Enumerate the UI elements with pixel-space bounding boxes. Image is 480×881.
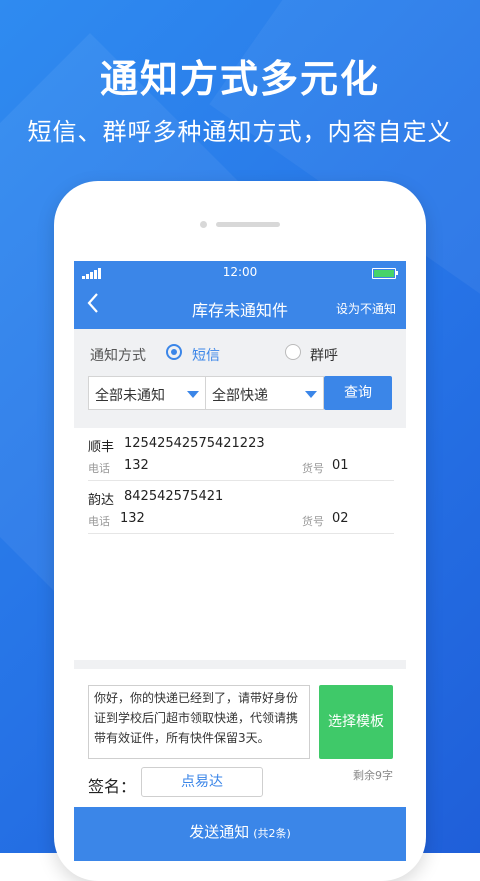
call-option-label[interactable]: 群呼 xyxy=(310,345,338,365)
tracking-number: 12542542575421223 xyxy=(124,436,265,451)
list-item[interactable]: 韵达 842542575421 电话 132 货号 02 xyxy=(88,481,394,534)
phone-label: 电话 xyxy=(88,462,110,475)
courier-name: 顺丰 xyxy=(88,440,115,455)
filter-panel: 通知方式 短信 群呼 全部未通知 全部快递 查询 xyxy=(74,329,406,428)
list-item[interactable]: 顺丰 12542542575421223 电话 132 货号 01 xyxy=(88,428,394,481)
phone-label: 电话 xyxy=(88,515,110,528)
signature-label: 签名： xyxy=(88,777,137,796)
dropdown-arrow-icon xyxy=(187,391,199,398)
choose-template-button[interactable]: 选择模板 xyxy=(319,685,393,759)
status-bar: 12:00 xyxy=(74,261,406,283)
send-label: 发送通知 xyxy=(189,823,250,841)
promo-headline: 通知方式多元化 xyxy=(99,57,380,101)
set-no-notify-button[interactable]: 设为不通知 xyxy=(336,300,396,317)
goods-value: 01 xyxy=(332,458,349,473)
remaining-chars: 剩余9字 xyxy=(353,769,393,782)
promo-subline: 短信、群呼多种通知方式，内容自定义 xyxy=(27,118,453,146)
courier-select-value: 全部快递 xyxy=(212,388,268,404)
status-time: 12:00 xyxy=(222,265,258,279)
goods-label: 货号 xyxy=(302,515,324,528)
phone-value: 132 xyxy=(124,458,149,473)
phone-value: 132 xyxy=(120,511,145,526)
dropdown-arrow-icon xyxy=(305,391,317,398)
courier-select[interactable]: 全部快递 xyxy=(205,376,324,410)
courier-name: 韵达 xyxy=(88,493,115,508)
sms-option-label[interactable]: 短信 xyxy=(192,345,220,365)
goods-label: 货号 xyxy=(302,462,324,475)
status-select[interactable]: 全部未通知 xyxy=(88,376,206,410)
signature-field[interactable]: 点易达 xyxy=(141,767,263,797)
speaker-slot xyxy=(216,222,280,227)
call-radio[interactable] xyxy=(285,344,301,360)
nav-bar: 库存未通知件 设为不通知 xyxy=(74,283,406,329)
notify-method-label: 通知方式 xyxy=(90,348,146,364)
tracking-number: 842542575421 xyxy=(124,489,224,504)
status-select-value: 全部未通知 xyxy=(95,388,165,404)
section-divider xyxy=(74,660,406,669)
send-count: (共2条) xyxy=(253,827,291,840)
query-button[interactable]: 查询 xyxy=(324,376,392,410)
battery-icon xyxy=(372,268,398,279)
camera-dot xyxy=(200,221,207,228)
goods-value: 02 xyxy=(332,511,349,526)
message-textarea[interactable]: 你好，你的快递已经到了，请带好身份证到学校后门超市领取快递，代领请携带有效证件，… xyxy=(88,685,310,759)
app-screen: 12:00 库存未通知件 设为不通知 通知方式 短信 群呼 全部未通知 全部快递… xyxy=(74,261,406,861)
sms-radio[interactable] xyxy=(166,344,182,360)
parcel-list: 顺丰 12542542575421223 电话 132 货号 01 韵达 842… xyxy=(74,428,406,660)
